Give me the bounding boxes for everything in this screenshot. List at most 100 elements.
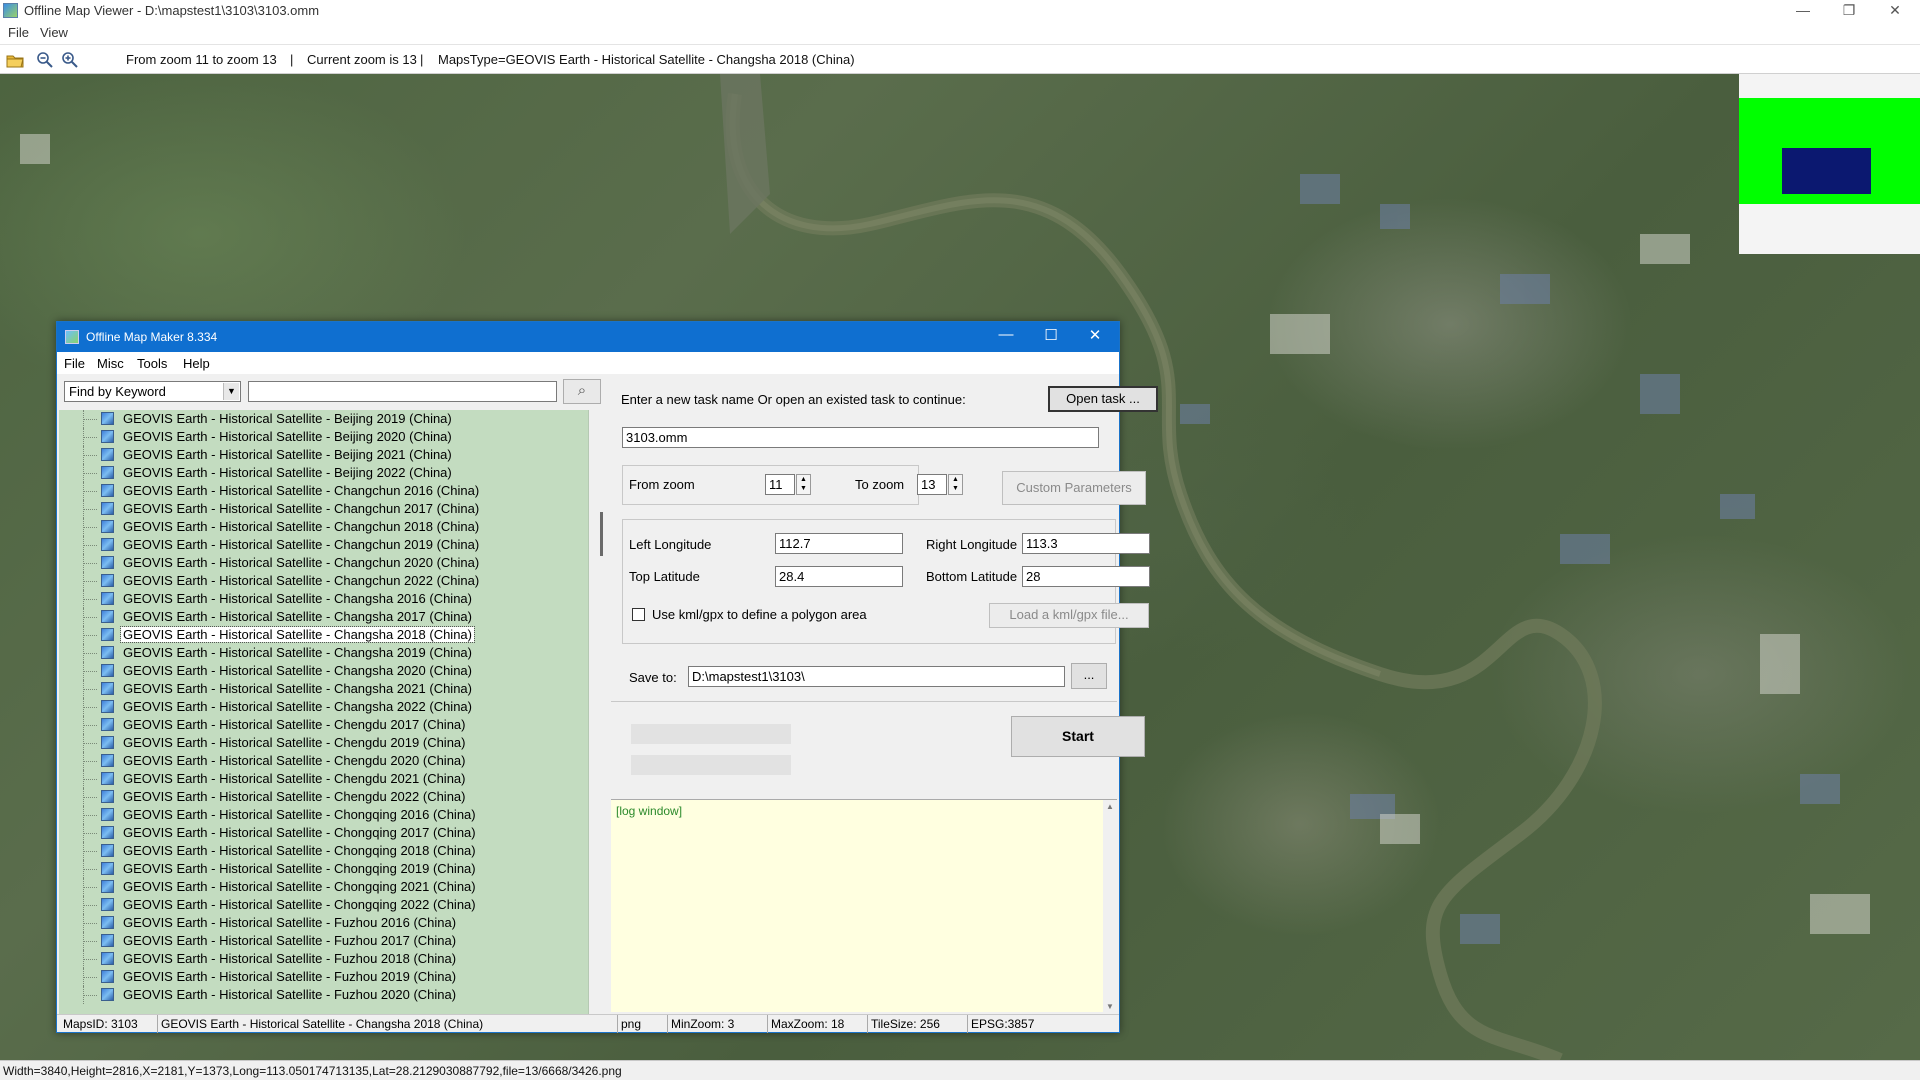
map-layer-icon <box>101 682 114 695</box>
tree-item[interactable]: GEOVIS Earth - Historical Satellite - Ch… <box>59 662 579 680</box>
dialog-minimize-button[interactable]: — <box>986 326 1026 343</box>
tree-item[interactable]: GEOVIS Earth - Historical Satellite - Ch… <box>59 824 579 842</box>
spin-down-icon[interactable]: ▼ <box>797 484 810 493</box>
map-layer-icon <box>101 772 114 785</box>
find-mode-select[interactable]: Find by Keyword ▼ <box>64 381 241 402</box>
tree-item[interactable]: GEOVIS Earth - Historical Satellite - Ch… <box>59 518 579 536</box>
map-type-tree[interactable]: GEOVIS Earth - Historical Satellite - Be… <box>59 410 589 1014</box>
chevron-down-icon[interactable]: ▼ <box>223 383 239 400</box>
save-to-label: Save to: <box>629 670 677 685</box>
tree-item[interactable]: GEOVIS Earth - Historical Satellite - Ch… <box>59 842 579 860</box>
zoom-in-icon[interactable] <box>61 51 79 69</box>
tree-line <box>83 779 97 780</box>
tree-item[interactable]: GEOVIS Earth - Historical Satellite - Fu… <box>59 914 579 932</box>
save-to-input[interactable]: D:\mapstest1\3103\ <box>688 666 1065 687</box>
start-button[interactable]: Start <box>1011 716 1145 757</box>
menu-view[interactable]: View <box>40 25 68 40</box>
spin-down-icon[interactable]: ▼ <box>949 484 962 493</box>
tree-item[interactable]: GEOVIS Earth - Historical Satellite - Ch… <box>59 698 579 716</box>
from-zoom-stepper[interactable]: ▲ ▼ <box>796 474 811 495</box>
tree-item[interactable]: GEOVIS Earth - Historical Satellite - Ch… <box>59 716 579 734</box>
tree-item[interactable]: GEOVIS Earth - Historical Satellite - Ch… <box>59 590 579 608</box>
tree-item-label: GEOVIS Earth - Historical Satellite - Fu… <box>123 969 457 984</box>
tree-item[interactable]: GEOVIS Earth - Historical Satellite - Fu… <box>59 932 579 950</box>
log-window[interactable]: [log window] ▲ ▼ <box>611 799 1117 1013</box>
tree-item[interactable]: GEOVIS Earth - Historical Satellite - Ch… <box>59 554 579 572</box>
tree-item[interactable]: GEOVIS Earth - Historical Satellite - Ch… <box>59 734 579 752</box>
right-longitude-input[interactable]: 113.3 <box>1022 533 1150 554</box>
tree-item[interactable]: GEOVIS Earth - Historical Satellite - Ch… <box>59 896 579 914</box>
tree-item[interactable]: GEOVIS Earth - Historical Satellite - Be… <box>59 446 579 464</box>
bottom-latitude-input[interactable]: 28 <box>1022 566 1150 587</box>
tree-item[interactable]: GEOVIS Earth - Historical Satellite - Fu… <box>59 950 579 968</box>
tree-item[interactable]: GEOVIS Earth - Historical Satellite - Ch… <box>59 536 579 554</box>
tree-item-label: GEOVIS Earth - Historical Satellite - Be… <box>123 447 452 462</box>
custom-parameters-button[interactable]: Custom Parameters <box>1002 471 1146 505</box>
map-layer-icon <box>101 412 114 425</box>
tree-item[interactable]: GEOVIS Earth - Historical Satellite - Be… <box>59 464 579 482</box>
dialog-maximize-button[interactable]: ☐ <box>1031 326 1071 344</box>
map-layer-icon <box>101 520 114 533</box>
dialog-menu-file[interactable]: File <box>64 356 85 371</box>
top-latitude-input[interactable]: 28.4 <box>775 566 903 587</box>
zoom-out-icon[interactable] <box>36 51 54 69</box>
tree-item-label: GEOVIS Earth - Historical Satellite - Ch… <box>123 771 466 786</box>
tree-item[interactable]: GEOVIS Earth - Historical Satellite - Ch… <box>59 608 579 626</box>
to-zoom-stepper[interactable]: ▲ ▼ <box>948 474 963 495</box>
search-button[interactable]: ⌕ <box>563 379 601 404</box>
to-zoom-input[interactable]: 13 <box>917 474 947 495</box>
open-task-button[interactable]: Open task ... <box>1048 386 1158 412</box>
status-bar: Width=3840,Height=2816,X=2181,Y=1373,Lon… <box>0 1060 1920 1080</box>
open-folder-icon[interactable] <box>6 51 24 69</box>
dialog-title: Offline Map Maker 8.334 <box>86 330 218 344</box>
tree-item-label: GEOVIS Earth - Historical Satellite - Ch… <box>123 879 476 894</box>
tree-item[interactable]: GEOVIS Earth - Historical Satellite - Fu… <box>59 968 579 986</box>
map-layer-icon <box>101 862 114 875</box>
close-button[interactable]: ✕ <box>1872 0 1918 22</box>
tree-item[interactable]: GEOVIS Earth - Historical Satellite - Ch… <box>59 626 579 644</box>
bottom-latitude-label: Bottom Latitude <box>926 569 1018 584</box>
search-input[interactable] <box>248 381 557 402</box>
from-zoom-input[interactable]: 11 <box>765 474 795 495</box>
log-scrollbar[interactable]: ▲ ▼ <box>1103 800 1117 1013</box>
tree-item[interactable]: GEOVIS Earth - Historical Satellite - Ch… <box>59 572 579 590</box>
tree-item[interactable]: GEOVIS Earth - Historical Satellite - Ch… <box>59 680 579 698</box>
maximize-button[interactable]: ❐ <box>1826 0 1872 22</box>
overview-minimap[interactable] <box>1739 74 1920 254</box>
map-layer-icon <box>101 664 114 677</box>
spin-up-icon[interactable]: ▲ <box>949 475 962 484</box>
tree-item[interactable]: GEOVIS Earth - Historical Satellite - Be… <box>59 410 579 428</box>
tree-line <box>83 815 97 816</box>
tree-item[interactable]: GEOVIS Earth - Historical Satellite - Ch… <box>59 878 579 896</box>
tree-item[interactable]: GEOVIS Earth - Historical Satellite - Be… <box>59 428 579 446</box>
map-layer-icon <box>101 934 114 947</box>
tree-item[interactable]: GEOVIS Earth - Historical Satellite - Ch… <box>59 788 579 806</box>
tree-item[interactable]: GEOVIS Earth - Historical Satellite - Ch… <box>59 860 579 878</box>
minimize-button[interactable]: — <box>1780 0 1826 22</box>
dialog-menu-misc[interactable]: Misc <box>97 356 124 371</box>
load-kml-button[interactable]: Load a kml/gpx file... <box>989 603 1149 628</box>
tree-item[interactable]: GEOVIS Earth - Historical Satellite - Ch… <box>59 482 579 500</box>
tree-item[interactable]: GEOVIS Earth - Historical Satellite - Ch… <box>59 752 579 770</box>
scroll-up-icon[interactable]: ▲ <box>1106 802 1114 811</box>
map-layer-icon <box>101 844 114 857</box>
tree-item[interactable]: GEOVIS Earth - Historical Satellite - Ch… <box>59 806 579 824</box>
menu-file[interactable]: File <box>8 25 29 40</box>
tree-scrollbar-thumb[interactable] <box>600 512 603 556</box>
dialog-menu-help[interactable]: Help <box>183 356 210 371</box>
use-kml-checkbox[interactable] <box>632 608 645 621</box>
map-layer-icon <box>101 430 114 443</box>
task-name-input[interactable]: 3103.omm <box>622 427 1099 448</box>
tree-item[interactable]: GEOVIS Earth - Historical Satellite - Fu… <box>59 986 579 1004</box>
dialog-close-button[interactable]: ✕ <box>1075 326 1115 344</box>
minimap-viewport[interactable] <box>1782 148 1871 194</box>
scroll-down-icon[interactable]: ▼ <box>1106 1002 1114 1011</box>
left-longitude-input[interactable]: 112.7 <box>775 533 903 554</box>
browse-button[interactable]: ... <box>1071 663 1107 689</box>
spin-up-icon[interactable]: ▲ <box>797 475 810 484</box>
dialog-menu-tools[interactable]: Tools <box>137 356 167 371</box>
tree-item[interactable]: GEOVIS Earth - Historical Satellite - Ch… <box>59 500 579 518</box>
tree-item[interactable]: GEOVIS Earth - Historical Satellite - Ch… <box>59 644 579 662</box>
tree-item[interactable]: GEOVIS Earth - Historical Satellite - Ch… <box>59 770 579 788</box>
tree-item-label: GEOVIS Earth - Historical Satellite - Ch… <box>123 861 476 876</box>
